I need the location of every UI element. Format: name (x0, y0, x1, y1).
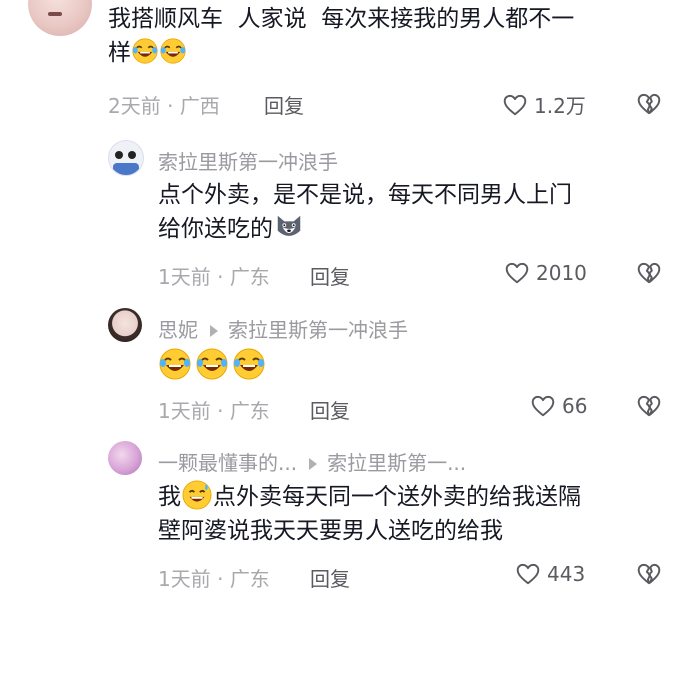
comment-meta: 1天前 · 广东 (158, 399, 270, 423)
broken-heart-icon[interactable] (636, 260, 662, 286)
comment-text-rest: 点外卖每天同一个送外卖的给我送隔 (213, 484, 581, 510)
avatar[interactable] (108, 308, 142, 342)
comment-text-line: 样 (108, 36, 678, 70)
like-button[interactable]: 1.2万 (502, 90, 586, 119)
broken-heart-icon[interactable] (636, 91, 662, 117)
avatar[interactable] (108, 140, 144, 176)
tears-of-joy-emoji (196, 348, 228, 380)
heart-outline-icon (530, 393, 556, 419)
like-count: 66 (562, 394, 588, 418)
dog-face-emoji (274, 212, 304, 242)
comment-meta: 1天前 · 广东 (158, 567, 270, 591)
timestamp: 1天前 (158, 265, 211, 289)
reply-header: 一颗最懂事的... 索拉里斯第一... (158, 447, 466, 476)
heart-outline-icon (515, 561, 541, 587)
comment-text-end: 样 (108, 40, 131, 66)
like-count: 2010 (536, 261, 587, 285)
heart-outline-icon (504, 260, 530, 286)
broken-heart-icon[interactable] (636, 561, 662, 587)
heart-outline-icon (502, 92, 528, 118)
like-count: 443 (547, 562, 586, 586)
comment-text-line: 我搭顺风车 人家说 每次来接我的男人都不一 (108, 6, 575, 32)
reply-button[interactable]: 回复 (264, 90, 304, 119)
like-button[interactable]: 66 (530, 393, 587, 419)
timestamp: 1天前 (158, 567, 211, 591)
comment-text: 我 点外卖每天同一个送外卖的给我送隔 壁阿婆说我天天要男人送吃的给我 (158, 480, 668, 548)
reply-button[interactable]: 回复 (310, 395, 350, 424)
tears-of-joy-emoji (132, 38, 158, 64)
comment-meta: 2天前 · 广西 (108, 94, 220, 118)
username[interactable]: 思妮 (158, 318, 198, 342)
avatar[interactable] (28, 0, 92, 36)
location: 广西 (179, 94, 220, 118)
comment-text-line: 给你送吃的 (158, 212, 668, 246)
tears-of-joy-emoji (233, 348, 265, 380)
timestamp: 1天前 (158, 399, 211, 423)
reply-button[interactable]: 回复 (310, 563, 350, 592)
comment-text-end: 给你送吃的 (158, 216, 273, 242)
tears-of-joy-emoji (159, 348, 191, 380)
broken-heart-icon[interactable] (636, 393, 662, 419)
reply-to-username[interactable]: 索拉里斯第一... (327, 451, 466, 475)
tears-of-joy-emoji (160, 38, 186, 64)
reply-arrow-icon (210, 324, 218, 337)
username[interactable]: 索拉里斯第一冲浪手 (158, 146, 338, 175)
like-count: 1.2万 (534, 94, 586, 118)
comment-text: 我搭顺风车 人家说 每次来接我的男人都不一 样 (108, 2, 678, 70)
reply-button[interactable]: 回复 (310, 261, 350, 290)
timestamp: 2天前 (108, 94, 161, 118)
reply-header: 思妮 索拉里斯第一冲浪手 (158, 314, 408, 343)
like-button[interactable]: 2010 (504, 260, 587, 286)
location: 广东 (229, 567, 270, 591)
comment-text-start: 我 (158, 484, 181, 510)
comment-text-line: 壁阿婆说我天天要男人送吃的给我 (158, 518, 503, 544)
comment-text: 点个外卖，是不是说，每天不同男人上门 给你送吃的 (158, 178, 668, 246)
avatar[interactable] (108, 441, 142, 475)
username[interactable]: 一颗最懂事的... (158, 451, 297, 475)
comment-meta: 1天前 · 广东 (158, 265, 270, 289)
grinning-sweat-emoji (182, 480, 212, 510)
reply-arrow-icon (309, 457, 318, 470)
location: 广东 (229, 265, 270, 289)
like-button[interactable]: 443 (515, 561, 585, 587)
reply-to-username[interactable]: 索拉里斯第一冲浪手 (228, 318, 408, 342)
comment-text-line: 我 点外卖每天同一个送外卖的给我送隔 (158, 480, 668, 514)
comment-text (158, 348, 266, 380)
comment-text-line: 点个外卖，是不是说，每天不同男人上门 (158, 182, 572, 208)
location: 广东 (229, 399, 270, 423)
